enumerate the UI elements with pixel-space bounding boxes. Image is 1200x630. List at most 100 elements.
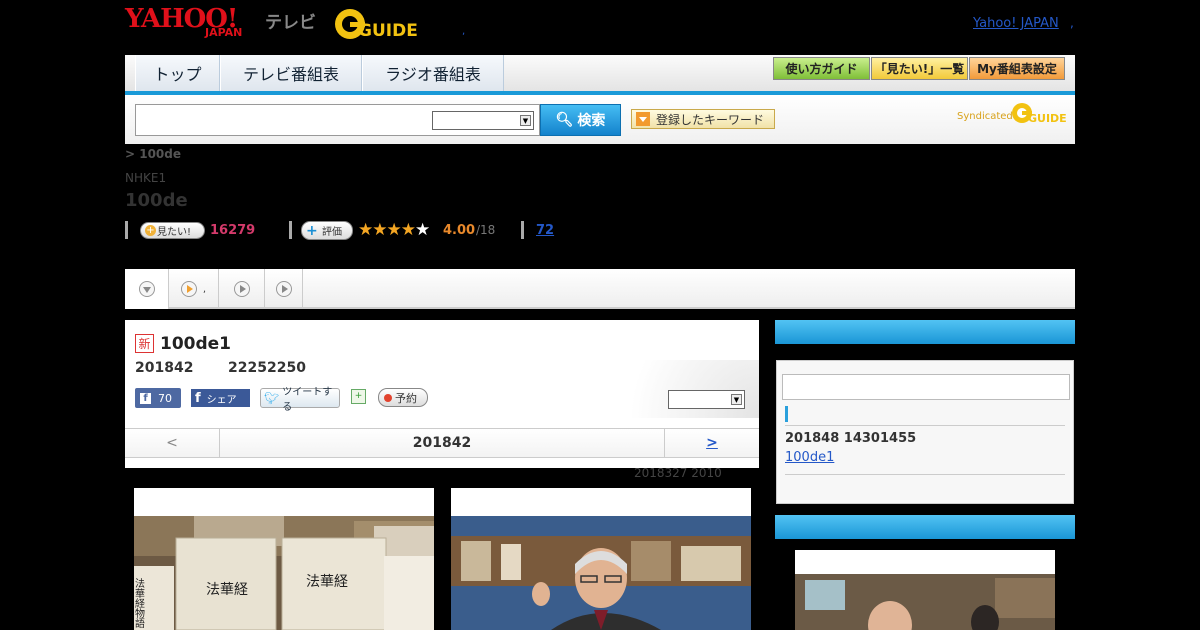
yahoo-logo-japan: JAPAN — [205, 26, 243, 39]
decorative-shade — [585, 360, 759, 418]
divider — [289, 221, 292, 239]
star-empty-icon: ★ — [415, 220, 430, 240]
divider — [521, 221, 524, 239]
usage-guide-button[interactable]: 使い方ガイド — [773, 57, 870, 80]
book-title-right: 法華経 — [306, 574, 348, 590]
episode-image-presenter[interactable] — [451, 488, 751, 630]
episode-time: 22252250 — [228, 360, 306, 376]
chevron-down-icon: ▼ — [731, 394, 742, 405]
facebook-like-count: 70 — [158, 391, 172, 405]
rebroadcast-note: 2018327 2010 — [634, 466, 722, 480]
sidebar-latest: 201848 14301455 100de1 — [776, 360, 1074, 504]
rating-count: /18 — [476, 223, 496, 237]
rating-value: 4.00 — [443, 223, 476, 238]
facebook-share-label: シェア — [206, 394, 237, 406]
syndicated-gguide-logo: GUIDE — [1012, 103, 1067, 124]
pager-current-date: 201842 — [412, 435, 472, 451]
gguide-logo-text: GUIDE — [358, 21, 418, 41]
yahoo-japan-link[interactable]: Yahoo! JAPAN — [973, 16, 1059, 31]
star-icon: ★ — [372, 220, 387, 240]
play-icon — [180, 281, 197, 297]
header-separator: , — [462, 26, 466, 37]
new-badge: 新 — [135, 334, 154, 353]
divider — [785, 474, 1065, 475]
play-icon — [233, 281, 250, 297]
breadcrumb[interactable]: > 100de — [125, 147, 181, 161]
subtab-2-label: , — [202, 283, 207, 295]
reviews-link[interactable]: 72 — [536, 223, 554, 238]
want-to-watch-label: 見たい! — [157, 227, 192, 238]
tweet-label: ツイートする — [282, 387, 333, 413]
chevron-down-icon — [138, 281, 155, 297]
episode-image-books[interactable]: 法華経物語 法華経 法華経 — [134, 488, 434, 630]
page-title: 100de — [125, 190, 188, 211]
want-count: 16279 — [210, 223, 256, 238]
pager-prev-button[interactable]: < — [125, 429, 220, 457]
page: YAHOO! JAPAN テレビ GUIDE , Yahoo! JAPAN , … — [0, 0, 1200, 630]
books-photo: 法華経物語 法華経 法華経 — [134, 516, 434, 630]
play-icon — [275, 281, 292, 297]
episode-panel: 新 100de1 201842 22252250 f 70 f シェア 🐦︎ ツ… — [125, 320, 759, 468]
search-button-label: 検索 — [577, 113, 606, 129]
presenter-photo — [451, 516, 751, 630]
syndicated-text: Syndicated — [957, 111, 1013, 122]
plus-icon: + — [306, 223, 318, 239]
facebook-share-button[interactable]: f シェア — [191, 389, 250, 407]
reserve-label: 予約 — [395, 391, 417, 405]
divider — [785, 425, 1065, 426]
episode-pager: < 201842 > — [125, 428, 759, 458]
search-band: ▼ 🔍︎ 検索 登録したキーワード Syndicated GUIDE — [125, 95, 1075, 144]
tab-radio-guide[interactable]: ラジオ番組表 — [362, 55, 504, 91]
subtab-4[interactable] — [265, 269, 303, 309]
want-list-button[interactable]: 「見たい!」一覧 — [871, 57, 968, 80]
latest-episode-date: 201848 14301455 — [785, 431, 917, 446]
program-subtabs: , — [125, 269, 1075, 309]
sidebar-header-2 — [775, 515, 1075, 539]
chevron-down-icon: ▼ — [520, 115, 531, 126]
section-marker — [785, 406, 788, 422]
pager-next-link[interactable]: > — [664, 429, 759, 457]
tab-tv-guide[interactable]: テレビ番組表 — [220, 55, 362, 91]
syndicated-logo-text: GUIDE — [1028, 112, 1067, 124]
episode-date: 201842 — [135, 360, 194, 376]
facebook-icon: f — [195, 390, 201, 406]
subtab-1[interactable] — [125, 269, 169, 309]
tv-logo-text: テレビ — [265, 13, 316, 33]
sidebar-video-thumbnail[interactable] — [795, 550, 1055, 630]
star-icon: ★ — [400, 220, 416, 240]
reserve-button[interactable]: 予約 — [378, 388, 428, 407]
registered-keywords-button[interactable]: 登録したキーワード — [631, 109, 775, 129]
facebook-icon: f — [140, 392, 151, 404]
calendar-add-icon[interactable]: + — [351, 389, 366, 404]
star-icon: ★ — [386, 220, 402, 240]
subtab-2[interactable]: , — [169, 269, 219, 309]
registered-keywords-label: 登録したキーワード — [656, 112, 765, 127]
divider — [125, 221, 128, 239]
gguide-logo[interactable]: GUIDE — [334, 7, 432, 41]
episode-select[interactable]: ▼ — [668, 390, 745, 409]
star-icon: ★ — [358, 220, 373, 240]
sidebar-input[interactable] — [782, 374, 1070, 400]
twitter-bird-icon: 🐦︎ — [264, 391, 280, 405]
main-nav: トップ テレビ番組表 ラジオ番組表 使い方ガイド 「見たい!」一覧 My番組表設… — [125, 55, 1075, 95]
tab-top[interactable]: トップ — [135, 55, 220, 91]
record-dot-icon — [384, 393, 392, 402]
my-guide-settings-button[interactable]: My番組表設定 — [969, 57, 1065, 80]
tweet-button[interactable]: 🐦︎ ツイートする — [260, 387, 340, 413]
book-spine-text: 法華経物語 — [134, 577, 145, 629]
latest-episode-link[interactable]: 100de1 — [785, 450, 834, 465]
star-rating: ★★★★★ — [358, 220, 430, 240]
want-to-watch-button[interactable]: + 見たい! — [140, 222, 205, 239]
rate-label: 評価 — [322, 227, 342, 238]
facebook-like-button[interactable]: f 70 — [135, 388, 181, 408]
episode-title: 100de1 — [160, 334, 232, 354]
search-button[interactable]: 🔍︎ 検索 — [540, 104, 621, 136]
channel-name: NHKE1 — [125, 171, 167, 185]
search-category-select[interactable]: ▼ — [432, 111, 534, 130]
header-link-separator: , — [1070, 16, 1074, 30]
dropdown-arrow-icon — [636, 112, 650, 126]
book-title-left: 法華経 — [206, 582, 248, 598]
rate-button[interactable]: + 評価 — [301, 221, 353, 240]
subtab-3[interactable] — [219, 269, 265, 309]
search-icon: 🔍︎ — [555, 112, 574, 128]
